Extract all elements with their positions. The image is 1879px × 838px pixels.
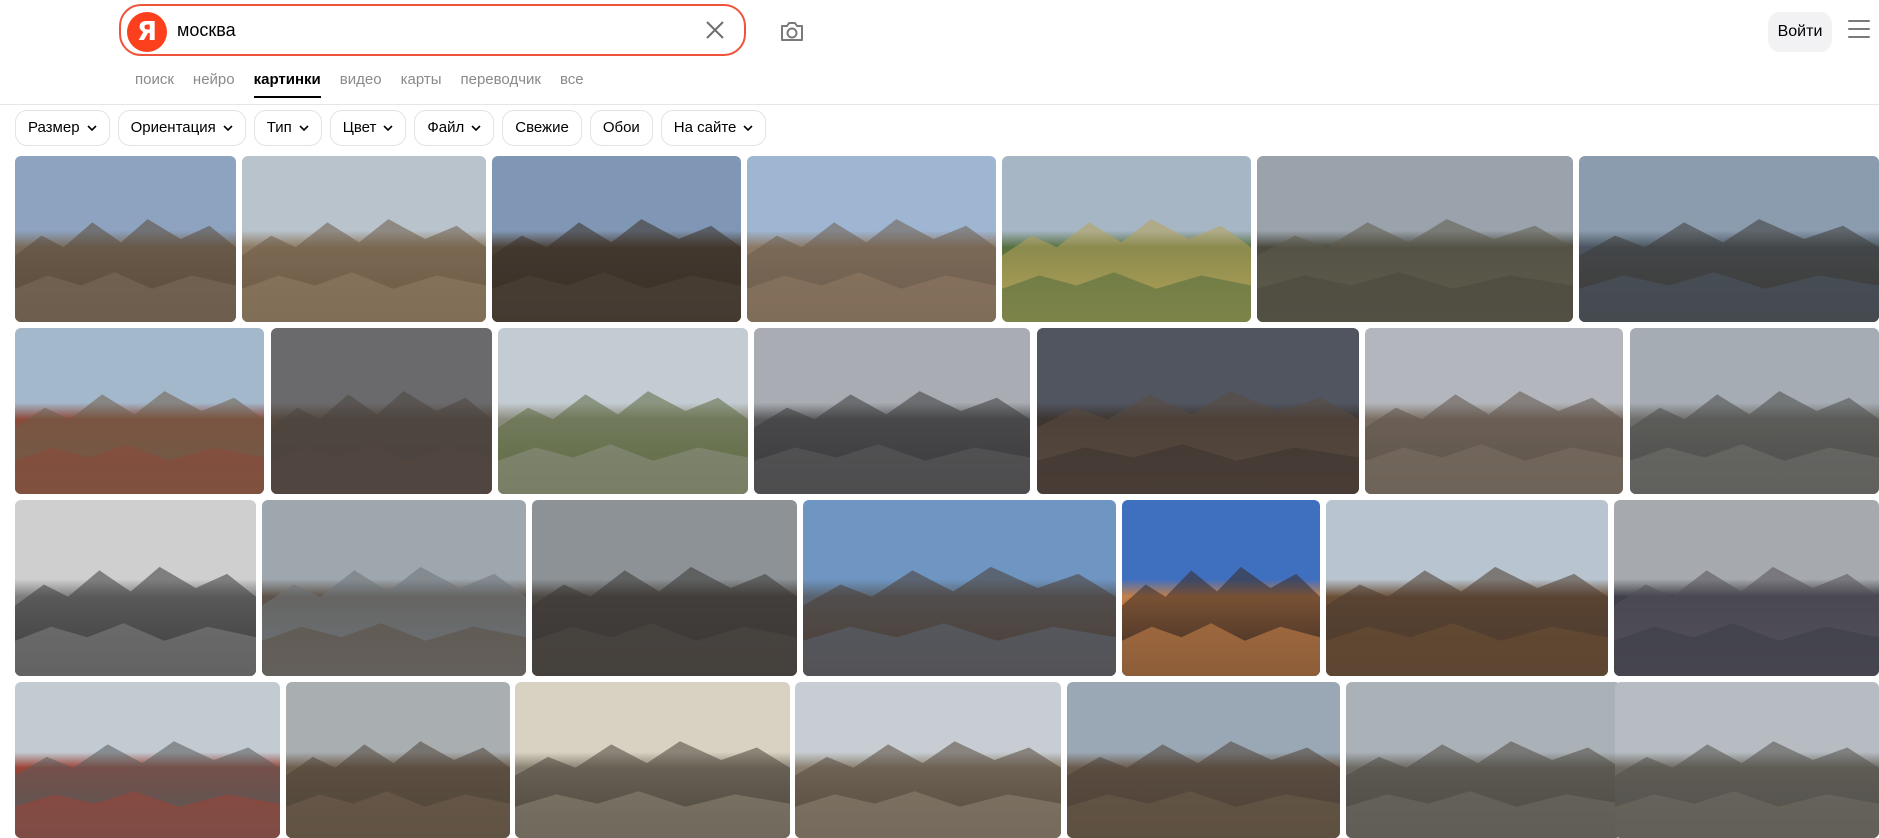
image-result[interactable] (1037, 328, 1359, 494)
image-result[interactable] (515, 682, 790, 838)
chevron-down-icon (86, 125, 97, 132)
filter-on-site[interactable]: На сайте (660, 110, 767, 146)
login-button[interactable]: Войти (1768, 12, 1832, 52)
image-result[interactable] (1326, 500, 1608, 676)
image-result[interactable] (15, 156, 236, 322)
image-result[interactable] (498, 328, 748, 494)
image-result[interactable] (1579, 156, 1879, 322)
image-result[interactable] (1067, 682, 1340, 838)
image-result[interactable] (15, 500, 256, 676)
tab-images[interactable]: картинки (253, 71, 321, 98)
header: Я Войти поиск нейро картинки видео карты… (0, 0, 1879, 105)
filter-orientation[interactable]: Ориентация (117, 110, 246, 146)
image-result[interactable] (1346, 682, 1621, 838)
tab-all[interactable]: все (560, 71, 584, 98)
image-result[interactable] (532, 500, 797, 676)
chevron-down-icon (223, 125, 233, 132)
tab-neuro[interactable]: нейро (193, 71, 235, 98)
camera-icon[interactable] (776, 16, 808, 48)
chevron-down-icon (383, 125, 393, 132)
filters-bar: Размер Ориентация Тип Цвет Файл Свежие О… (15, 110, 774, 146)
tab-maps[interactable]: карты (401, 71, 442, 98)
image-result[interactable] (286, 682, 510, 838)
image-result[interactable] (803, 500, 1116, 676)
image-result[interactable] (262, 500, 526, 676)
filter-label: Файл (427, 119, 465, 136)
filter-label: На сайте (673, 119, 737, 136)
image-result[interactable] (754, 328, 1030, 494)
filter-label: Обои (602, 119, 640, 136)
hamburger-menu-icon[interactable] (1848, 20, 1870, 44)
image-result[interactable] (15, 682, 280, 838)
chevron-down-icon (743, 125, 753, 132)
image-result[interactable] (1122, 500, 1320, 676)
tab-translator[interactable]: переводчик (460, 71, 540, 98)
filter-file[interactable]: Файл (414, 110, 495, 146)
tab-video[interactable]: видео (340, 71, 382, 98)
search-tabs: поиск нейро картинки видео карты перевод… (135, 71, 603, 98)
image-result[interactable] (1614, 500, 1879, 676)
tab-search[interactable]: поиск (135, 71, 174, 98)
filter-color[interactable]: Цвет (329, 110, 407, 146)
filter-label: Цвет (342, 119, 377, 136)
image-result[interactable] (1630, 328, 1879, 494)
image-result[interactable] (1615, 682, 1879, 838)
image-result[interactable] (271, 328, 492, 494)
filter-label: Свежие (515, 119, 569, 136)
filter-size[interactable]: Размер (15, 110, 110, 146)
chevron-down-icon (471, 125, 481, 132)
chevron-down-icon (299, 125, 309, 132)
close-icon[interactable] (703, 18, 727, 42)
image-result[interactable] (242, 156, 486, 322)
search-box[interactable]: Я (119, 4, 746, 56)
filter-label: Ориентация (130, 119, 216, 136)
filter-fresh[interactable]: Свежие (502, 110, 582, 146)
filter-type[interactable]: Тип (253, 110, 322, 146)
image-result[interactable] (1002, 156, 1251, 322)
search-input[interactable] (177, 16, 647, 44)
image-result[interactable] (15, 328, 264, 494)
filter-label: Тип (266, 119, 292, 136)
image-result[interactable] (747, 156, 996, 322)
image-result[interactable] (492, 156, 741, 322)
image-result[interactable] (1257, 156, 1573, 322)
image-result[interactable] (795, 682, 1061, 838)
yandex-logo-icon[interactable]: Я (127, 12, 167, 52)
image-result[interactable] (1365, 328, 1623, 494)
filter-label: Размер (28, 119, 80, 136)
filter-wallpapers[interactable]: Обои (589, 110, 653, 146)
